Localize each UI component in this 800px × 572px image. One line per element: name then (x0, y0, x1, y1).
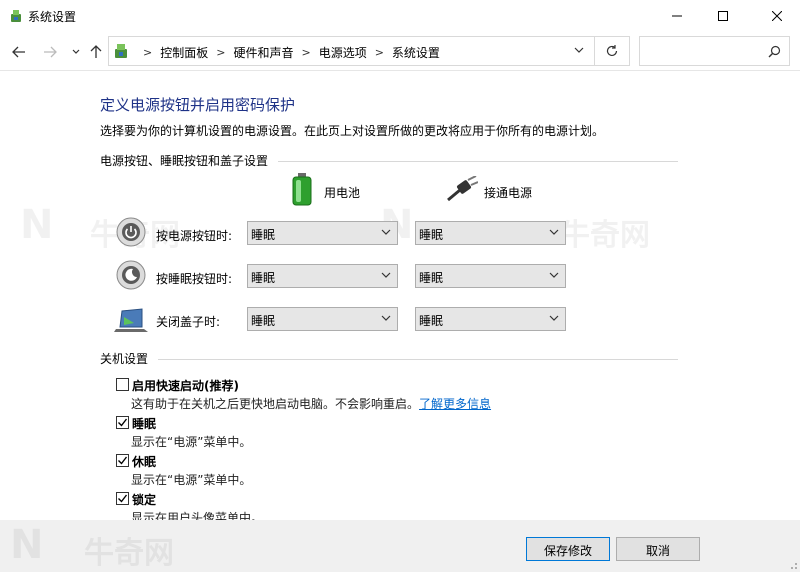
chevron-down-icon (381, 315, 391, 321)
power-button-battery-select[interactable]: 睡眠 (247, 221, 398, 245)
window-title: 系统设置 (28, 10, 77, 24)
lock-label[interactable]: 锁定 (132, 491, 156, 508)
watermark-logo: 牛奇网 (560, 218, 650, 253)
breadcrumb-control-panel[interactable]: 控制面板 (160, 44, 208, 61)
up-button[interactable] (87, 43, 105, 61)
chevron-down-icon (381, 272, 391, 278)
refresh-icon (606, 45, 618, 57)
sleep-button-plugged-select[interactable]: 睡眠 (415, 264, 566, 288)
control-panel-icon (11, 10, 21, 22)
watermark-logo: N (20, 202, 54, 248)
recent-locations-button[interactable] (67, 43, 85, 61)
chevron-right-icon: > (143, 46, 153, 59)
chevron-down-icon (72, 49, 80, 54)
chevron-down-icon (549, 315, 559, 321)
close-icon (772, 10, 782, 21)
sleep-label[interactable]: 睡眠 (132, 415, 156, 432)
battery-column-header: 用电池 (324, 186, 361, 200)
chevron-right-icon[interactable]: > (216, 46, 225, 59)
watermark-logo: 牛奇网 (84, 536, 174, 571)
power-button-plugged-select[interactable]: 睡眠 (415, 221, 566, 245)
sleep-button-battery-select[interactable]: 睡眠 (247, 264, 398, 288)
hibernate-label[interactable]: 休眠 (132, 453, 156, 470)
minimize-button[interactable] (654, 0, 700, 31)
lid-close-label: 关闭盖子时: (156, 315, 221, 329)
maximize-button[interactable] (700, 0, 746, 31)
select-value: 睡眠 (419, 314, 444, 328)
arrow-up-icon (90, 45, 102, 58)
select-value: 睡眠 (251, 271, 276, 285)
minimize-icon (672, 15, 682, 16)
hibernate-checkbox[interactable] (116, 454, 129, 467)
description-text: 这有助于在关机之后更快地启动电脑。不会影响重启。 (131, 397, 420, 411)
learn-more-link[interactable]: 了解更多信息 (419, 397, 491, 411)
maximize-icon (718, 10, 728, 21)
chevron-right-icon[interactable]: > (375, 46, 384, 59)
lock-description: 显示在用户头像菜单中。 (131, 511, 264, 520)
breadcrumb-hardware-sound[interactable]: 硬件和声音 (233, 44, 293, 61)
chevron-down-icon (549, 272, 559, 278)
search-input[interactable] (639, 36, 790, 66)
lock-checkbox[interactable] (116, 492, 129, 505)
select-value: 睡眠 (419, 271, 444, 285)
laptop-lid-icon (114, 308, 148, 332)
group-title: 关机设置 (100, 352, 149, 366)
back-button[interactable] (10, 43, 28, 61)
chevron-right-icon[interactable]: > (301, 46, 310, 59)
arrow-right-icon (44, 46, 57, 58)
resize-grip-icon[interactable] (788, 560, 798, 570)
main-content: N 牛奇网 N 牛奇网 定义电源按钮并启用密码保护 选择要为你的计算机设置的电源… (0, 72, 800, 520)
divider (278, 161, 678, 162)
battery-icon (292, 173, 312, 206)
breadcrumb-power-options[interactable]: 电源选项 (319, 44, 367, 61)
fast-startup-checkbox[interactable] (116, 378, 129, 391)
chevron-down-icon (549, 229, 559, 235)
refresh-button[interactable] (595, 36, 630, 66)
power-button-icon (116, 217, 146, 247)
power-button-label: 按电源按钮时: (156, 229, 233, 243)
sleep-button-icon (116, 260, 146, 290)
arrow-left-icon (12, 46, 25, 58)
sleep-description: 显示在“电源”菜单中。 (131, 435, 252, 449)
plugged-column-header: 接通电源 (484, 186, 533, 200)
checkmark-icon (118, 418, 128, 427)
plug-icon (447, 176, 478, 202)
title-bar: 系统设置 (0, 0, 800, 31)
hibernate-description: 显示在“电源”菜单中。 (131, 473, 252, 487)
page-description: 选择要为你的计算机设置的电源设置。在此页上对设置所做的更改将应用于你所有的电源计… (100, 124, 605, 138)
search-icon (768, 45, 781, 58)
address-box[interactable]: > 控制面板 > 硬件和声音 > 电源选项 > 系统设置 (108, 36, 595, 66)
select-value: 睡眠 (419, 228, 444, 242)
shutdown-settings-header: 关机设置 (100, 350, 680, 370)
power-buttons-group-header: 电源按钮、睡眠按钮和盖子设置 (100, 152, 680, 172)
cancel-button[interactable]: 取消 (616, 537, 700, 561)
checkmark-icon (118, 494, 128, 503)
chevron-down-icon[interactable] (574, 46, 584, 54)
close-button[interactable] (754, 0, 800, 31)
watermark-logo: N (10, 522, 44, 568)
sleep-button-label: 按睡眠按钮时: (156, 272, 233, 286)
checkmark-icon (118, 456, 128, 465)
save-button[interactable]: 保存修改 (526, 537, 610, 561)
select-value: 睡眠 (251, 228, 276, 242)
group-title: 电源按钮、睡眠按钮和盖子设置 (100, 154, 269, 168)
address-bar: > 控制面板 > 硬件和声音 > 电源选项 > 系统设置 (0, 31, 800, 71)
control-panel-icon (115, 44, 127, 58)
chevron-down-icon (381, 229, 391, 235)
forward-button[interactable] (41, 43, 59, 61)
fast-startup-description: 这有助于在关机之后更快地启动电脑。不会影响重启。了解更多信息 (131, 395, 491, 412)
fast-startup-label[interactable]: 启用快速启动(推荐) (132, 377, 239, 394)
select-value: 睡眠 (251, 314, 276, 328)
sleep-checkbox[interactable] (116, 416, 129, 429)
breadcrumb: > 控制面板 > 硬件和声音 > 电源选项 > 系统设置 (135, 44, 440, 61)
lid-close-battery-select[interactable]: 睡眠 (247, 307, 398, 331)
breadcrumb-system-settings[interactable]: 系统设置 (392, 44, 440, 61)
footer-bar: N 牛奇网 保存修改 取消 (0, 520, 800, 572)
lid-close-plugged-select[interactable]: 睡眠 (415, 307, 566, 331)
divider (158, 359, 678, 360)
page-title: 定义电源按钮并启用密码保护 (100, 96, 296, 114)
